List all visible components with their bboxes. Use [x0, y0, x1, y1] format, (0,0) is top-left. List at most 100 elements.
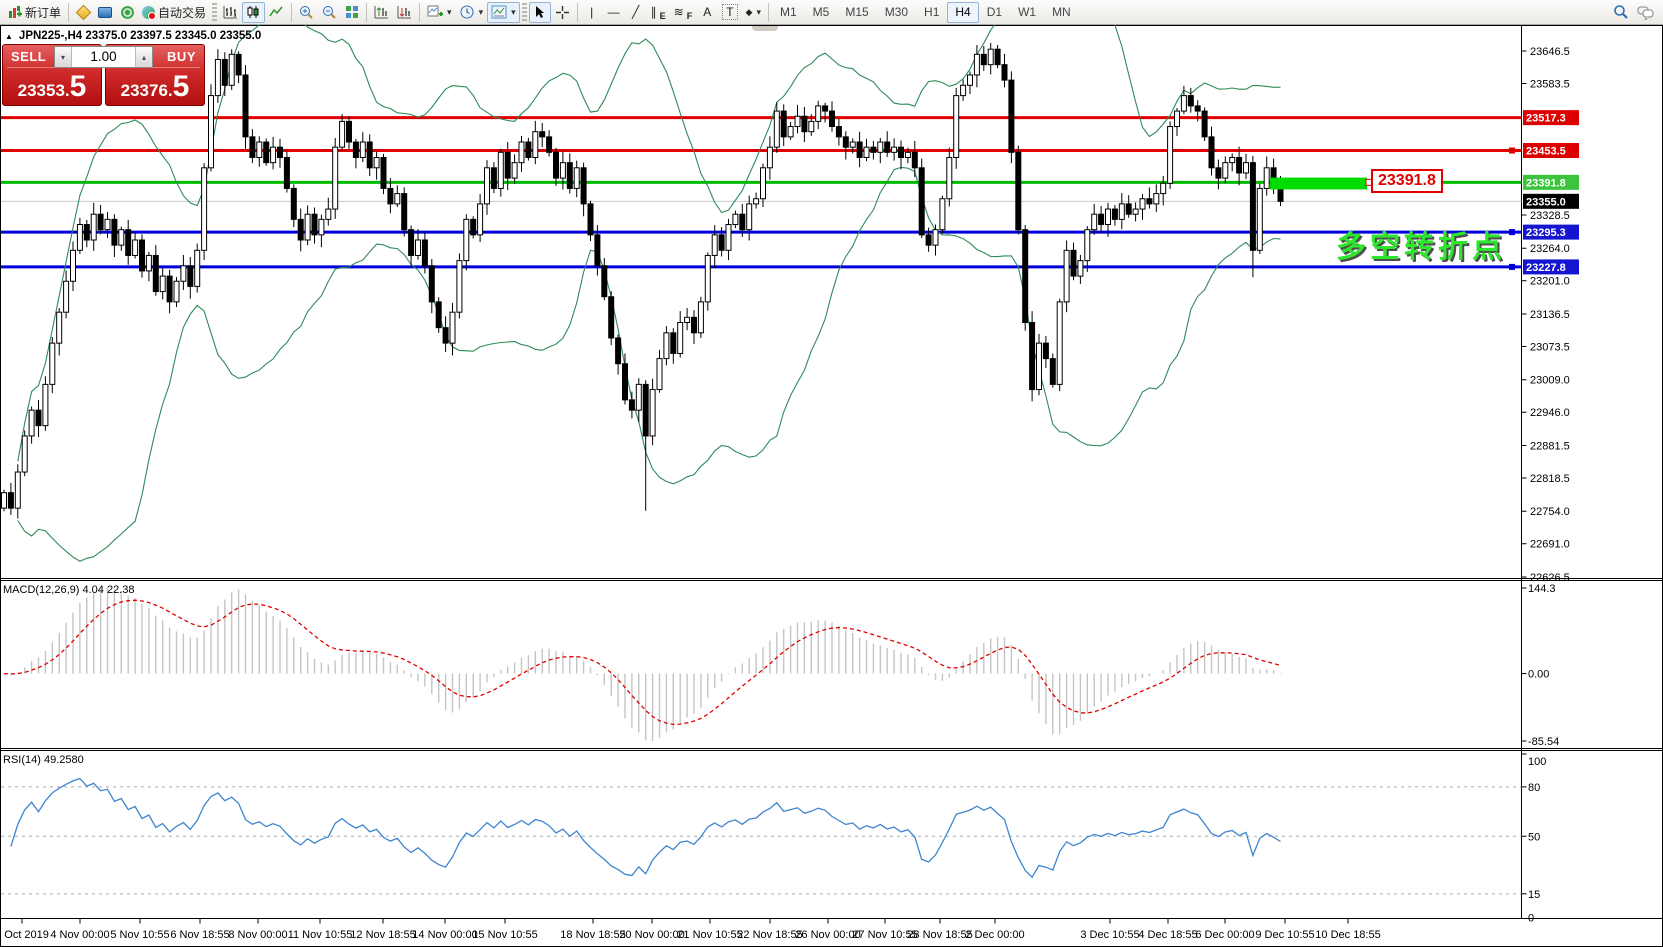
date-label[interactable]: 6 Nov 18:55 [170, 929, 229, 941]
axis-tick-label[interactable]: 22946.0 [1530, 407, 1570, 419]
timeframe-m30[interactable]: M30 [877, 2, 916, 23]
bar-chart-button[interactable] [219, 2, 242, 23]
date-label[interactable]: 2 Dec 00:00 [965, 929, 1024, 941]
date-label[interactable]: 15 Nov 10:55 [472, 929, 537, 941]
trendline-tool[interactable]: ╱ [625, 2, 647, 23]
timeframe-mn[interactable]: MN [1044, 2, 1079, 23]
candle-body [1043, 343, 1048, 358]
macd-axis-label[interactable]: -85.54 [1528, 736, 1559, 748]
timeframe-h1[interactable]: H1 [916, 2, 947, 23]
tile-windows-button[interactable] [341, 2, 363, 23]
price-callout-label[interactable]: 23391.8 [1371, 169, 1443, 193]
date-label[interactable]: 6 Dec 00:00 [1195, 929, 1254, 941]
rsi-axis-label[interactable]: 80 [1528, 782, 1540, 794]
terminal-button[interactable] [94, 2, 116, 23]
axis-tick-label[interactable]: 23136.5 [1530, 309, 1570, 321]
volume-decrease-button[interactable]: ▾ [55, 47, 72, 67]
horizontal-line-tool[interactable]: — [603, 2, 625, 23]
macd-axis-label[interactable]: 0.00 [1528, 669, 1549, 681]
axis-tick-label[interactable]: 23583.5 [1530, 78, 1570, 90]
auto-trading-button[interactable]: 自动交易 [138, 2, 210, 23]
fibonacci-tool[interactable]: ≋F [670, 2, 697, 23]
rsi-axis-label[interactable]: 0 [1528, 913, 1534, 925]
date-label[interactable]: 11 Nov 10:55 [288, 929, 353, 941]
shapes-tool[interactable]: ◆▾ [742, 2, 765, 23]
timeframe-m1[interactable]: M1 [772, 2, 805, 23]
candle-body [733, 214, 738, 224]
add-indicator-button[interactable]: ▾ [423, 2, 456, 23]
candlestick-chart-button[interactable] [242, 2, 265, 23]
date-label[interactable]: 3 Dec 10:55 [1080, 929, 1139, 941]
channel-tool[interactable]: ∥E [647, 2, 670, 23]
line-handle[interactable] [1509, 148, 1515, 154]
rsi-axis-label[interactable]: 15 [1528, 889, 1540, 901]
crosshair-tool-button[interactable] [551, 2, 574, 23]
date-label[interactable]: 9 Dec 10:55 [1255, 929, 1314, 941]
timeframe-m15[interactable]: M15 [837, 2, 876, 23]
axis-tick-label[interactable]: 23646.5 [1530, 46, 1570, 58]
timeframe-d1[interactable]: D1 [979, 2, 1010, 23]
new-order-button[interactable]: 新订单 [4, 2, 65, 23]
date-label[interactable]: 10 Dec 18:55 [1315, 929, 1380, 941]
line-chart-button[interactable] [265, 2, 288, 23]
template-button[interactable]: ▾ [487, 2, 520, 23]
axis-tick-label[interactable]: 23009.0 [1530, 375, 1570, 387]
date-label[interactable]: 5 Nov 10:55 [110, 929, 169, 941]
candle-body [1154, 194, 1159, 204]
date-label[interactable]: 18 Nov 18:55 [560, 929, 625, 941]
axis-tick-label[interactable]: 23201.0 [1530, 276, 1570, 288]
chart-canvas[interactable]: 23646.5 23583.5 23328.5 23264.0 23201.0 23136… [0, 0, 1663, 947]
axis-tick-label[interactable]: 23328.5 [1530, 210, 1570, 222]
candle-body [471, 219, 476, 234]
dropdown-caret-icon: ▾ [511, 7, 516, 18]
axis-tick-label[interactable]: 22881.5 [1530, 440, 1570, 452]
signals-button[interactable] [116, 2, 138, 23]
date-label[interactable]: 26 Nov 00:00 [795, 929, 860, 941]
date-label[interactable]: 14 Nov 00:00 [412, 929, 477, 941]
sell-label: SELL [11, 49, 46, 64]
date-label[interactable]: 28 Nov 18:55 [907, 929, 972, 941]
date-label[interactable]: 4 Dec 18:55 [1138, 929, 1197, 941]
period-button[interactable]: ▾ [456, 2, 488, 23]
timeframe-m5[interactable]: M5 [805, 2, 838, 23]
line-handle[interactable] [1509, 264, 1515, 270]
macd-axis-label[interactable]: 144.3 [1528, 583, 1556, 595]
date-label[interactable]: 21 Nov 10:55 [677, 929, 742, 941]
zoom-in-button[interactable] [295, 2, 318, 23]
axis-tick-label[interactable]: 22754.0 [1530, 506, 1570, 518]
text-tool[interactable]: A [696, 2, 718, 23]
axis-tick-label[interactable]: 22691.0 [1530, 539, 1570, 551]
date-label[interactable]: 22 Nov 18:55 [737, 929, 802, 941]
indicator-window-down-button[interactable] [393, 2, 416, 23]
date-label[interactable]: 1 Oct 2019 [0, 929, 49, 941]
collapse-icon[interactable]: ▲ [5, 32, 13, 41]
text-label-tool[interactable]: T [718, 2, 741, 23]
zoom-out-button[interactable] [318, 2, 341, 23]
vertical-line-tool[interactable]: | [581, 2, 603, 23]
market-watch-button[interactable] [72, 2, 94, 23]
line-handle[interactable] [1509, 229, 1515, 235]
chinese-annotation[interactable]: 多空转折点 [1336, 222, 1506, 266]
rsi-axis-label[interactable]: 100 [1528, 756, 1546, 768]
date-label[interactable]: 8 Nov 00:00 [228, 929, 287, 941]
cursor-tool-button[interactable] [529, 2, 551, 23]
date-label[interactable]: 4 Nov 00:00 [50, 929, 109, 941]
volume-increase-button[interactable]: ▴ [135, 47, 152, 67]
search-button[interactable] [1609, 2, 1633, 23]
rsi-axis-label[interactable]: 50 [1528, 831, 1540, 843]
axis-tick-label[interactable]: 22818.5 [1530, 473, 1570, 485]
timeframe-h4[interactable]: H4 [947, 2, 978, 23]
candle-body [1064, 250, 1069, 302]
date-label[interactable]: 20 Nov 00:00 [619, 929, 684, 941]
candle-body [1112, 209, 1117, 219]
date-label[interactable]: 12 Nov 18:55 [350, 929, 415, 941]
volume-value[interactable]: 1.00 [72, 47, 135, 67]
timeframe-w1[interactable]: W1 [1010, 2, 1044, 23]
axis-tick-label[interactable]: 23264.0 [1530, 243, 1570, 255]
chat-button[interactable] [1633, 2, 1659, 23]
indicator-window-up-button[interactable] [370, 2, 393, 23]
axis-tick-label[interactable]: 23073.5 [1530, 341, 1570, 353]
window-splitter-handle[interactable] [752, 26, 778, 31]
candle-body [512, 163, 517, 178]
highlight-rectangle[interactable] [1270, 178, 1367, 190]
